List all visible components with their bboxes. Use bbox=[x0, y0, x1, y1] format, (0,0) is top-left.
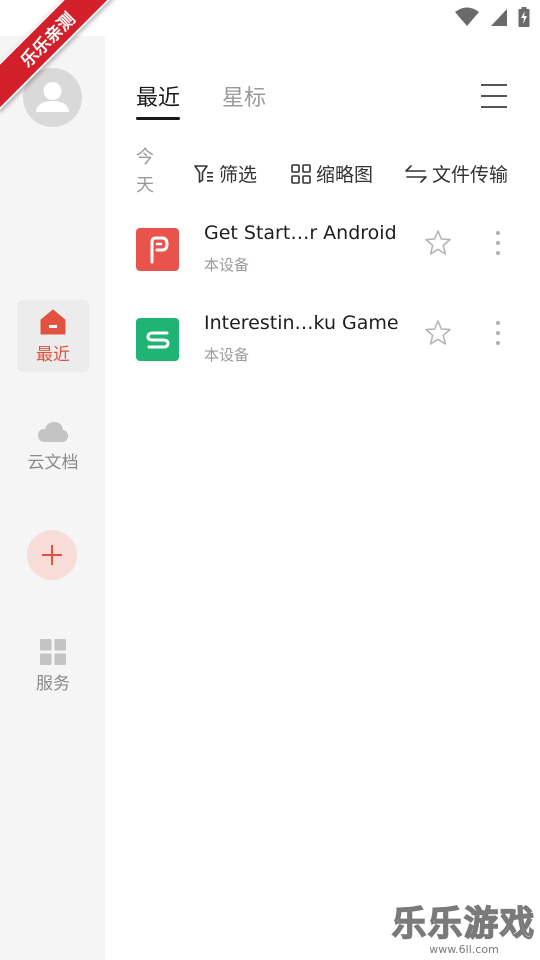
transfer-icon bbox=[405, 164, 427, 183]
spreadsheet-file-icon bbox=[136, 318, 179, 361]
file-name: Get Start…r Android bbox=[204, 222, 397, 244]
list-item[interactable]: Interestin…ku Game 本设备 bbox=[136, 310, 540, 390]
dot bbox=[496, 231, 500, 235]
sidebar-item-recent[interactable]: 最近 bbox=[17, 300, 89, 372]
menu-icon-line bbox=[481, 95, 507, 97]
home-icon bbox=[40, 309, 66, 334]
tab-recent[interactable]: 最近 bbox=[136, 80, 181, 120]
watermark-title: 乐乐游戏 bbox=[391, 904, 536, 944]
sidebar-item-label: 云文档 bbox=[27, 452, 79, 473]
star-icon[interactable] bbox=[423, 228, 453, 258]
grid-icon bbox=[40, 638, 66, 665]
thumbnail-view-button[interactable]: 缩略图 bbox=[291, 160, 373, 187]
file-location: 本设备 bbox=[204, 256, 250, 274]
watermark-url: www.6ll.com bbox=[429, 943, 499, 956]
dot bbox=[496, 251, 500, 255]
thumbnail-label: 缩略图 bbox=[316, 164, 374, 186]
thumbnail-icon bbox=[291, 163, 311, 184]
more-options-button[interactable] bbox=[491, 228, 505, 258]
menu-icon-line bbox=[481, 106, 507, 108]
watermark: 乐乐游戏 www.6ll.com bbox=[391, 904, 536, 956]
filter-bar: 今天 筛选 缩略图 文件传输 bbox=[136, 144, 540, 202]
sidebar-item-services[interactable]: 服务 bbox=[17, 630, 89, 702]
signal-icon bbox=[491, 9, 507, 26]
file-transfer-button[interactable]: 文件传输 bbox=[405, 160, 508, 187]
tab-bar: 最近 星标 bbox=[136, 80, 266, 120]
wifi-icon bbox=[455, 7, 479, 26]
dot bbox=[496, 331, 500, 335]
menu-icon-line bbox=[481, 84, 507, 86]
ribbon-container: 乐乐亲测 bbox=[0, 0, 130, 130]
date-group-label: 今天 bbox=[136, 147, 154, 196]
dot bbox=[496, 341, 500, 345]
presentation-file-icon bbox=[136, 228, 179, 271]
status-icons bbox=[454, 7, 530, 27]
dot bbox=[496, 241, 500, 245]
more-options-button[interactable] bbox=[491, 318, 505, 348]
file-location: 本设备 bbox=[204, 346, 250, 364]
sidebar-item-label: 服务 bbox=[36, 673, 70, 694]
filter-label: 筛选 bbox=[219, 164, 258, 186]
add-button[interactable] bbox=[27, 530, 77, 580]
file-name: Interestin…ku Game bbox=[204, 312, 399, 334]
battery-charging-icon bbox=[518, 7, 530, 27]
ribbon-badge: 乐乐亲测 bbox=[0, 0, 120, 112]
cloud-icon bbox=[38, 421, 68, 442]
filter-button[interactable]: 筛选 bbox=[194, 160, 257, 187]
plus-icon bbox=[42, 545, 62, 565]
tab-starred[interactable]: 星标 bbox=[222, 80, 266, 120]
sidebar-item-cloud-docs[interactable]: 云文档 bbox=[17, 410, 89, 482]
filter-icon bbox=[194, 164, 213, 183]
dot bbox=[496, 321, 500, 325]
sidebar-item-label: 最近 bbox=[36, 344, 70, 365]
star-icon[interactable] bbox=[423, 318, 453, 348]
sidebar: 最近 云文档 服务 bbox=[0, 36, 105, 960]
transfer-label: 文件传输 bbox=[432, 164, 509, 186]
menu-button[interactable] bbox=[481, 84, 507, 108]
list-item[interactable]: Get Start…r Android 本设备 bbox=[136, 220, 540, 300]
